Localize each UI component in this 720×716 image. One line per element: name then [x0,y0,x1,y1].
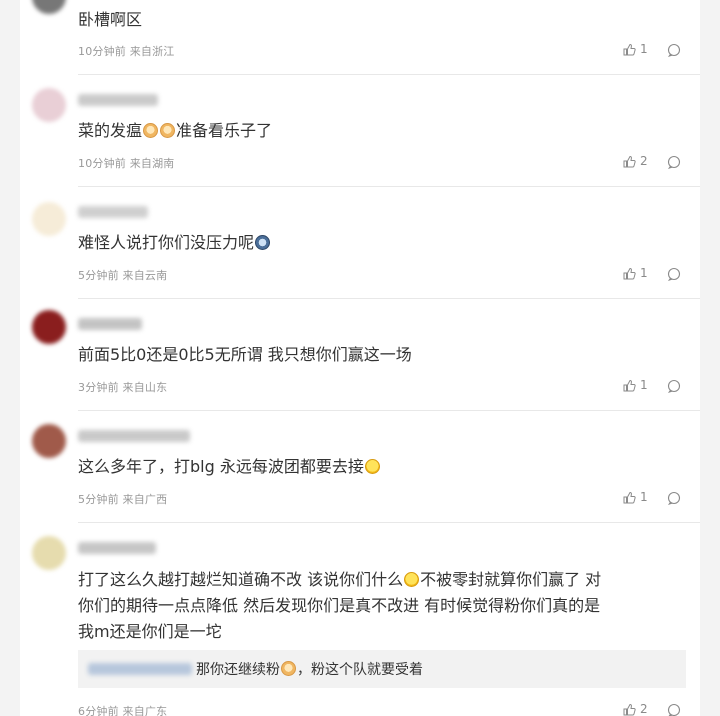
avatar[interactable] [32,88,66,122]
crying-face-emoji-icon [255,235,271,250]
reply-username[interactable] [88,663,192,675]
comment-text-line: 你们的期待一点点降低 然后发现你们是真不改进 有时候觉得粉你们真的是 [78,596,601,615]
thumbs-up-icon [623,379,636,391]
like-button[interactable]: 1 [623,42,648,56]
like-count: 2 [640,154,648,168]
avatar[interactable] [32,424,66,458]
username[interactable] [78,94,158,106]
comment-bubble-icon [667,379,681,394]
comment-button[interactable] [667,266,681,285]
comment-meta: 5分钟前 来自云南 [78,269,168,282]
comment-text: 菜的发瘟 准备看乐子了 [78,121,273,140]
avatar[interactable] [32,202,66,236]
smile-emoji-icon [364,459,380,474]
comment-button[interactable] [667,378,681,397]
like-button[interactable]: 2 [623,702,648,716]
smile-emoji-icon [404,572,420,587]
like-count: 2 [640,702,648,716]
avatar[interactable] [32,536,66,570]
comment-button[interactable] [667,702,681,716]
comment-button[interactable] [667,490,681,509]
username[interactable] [78,318,142,330]
like-button[interactable]: 1 [623,490,648,504]
comment-text: 这么多年了，打blg 永远每波团都要去接 [78,455,381,478]
comment-text: 难怪人说打你们没压力呢 [78,231,271,254]
comment-item: 卧槽啊区 10分钟前 来自浙江 1 [20,0,700,74]
like-count: 1 [640,490,648,504]
thumbs-up-icon [623,43,636,55]
comment-meta: 10分钟前 来自浙江 [78,45,175,58]
comment-bubble-icon [667,703,681,716]
comment-bubble-icon [667,491,681,506]
comment-bubble-icon [667,43,681,58]
comment-text: 前面5比0还是0比5无所谓 我只想你们赢这一场 [78,345,412,364]
like-button[interactable]: 1 [623,378,648,392]
like-button[interactable]: 2 [623,154,648,168]
comment-item: 菜的发瘟 准备看乐子了 10分钟前 来自湖南 2 [20,74,700,186]
username[interactable] [78,430,190,442]
dog-face-emoji-icon [143,123,159,138]
thumbs-up-icon [623,155,636,167]
reply-text: 那你还继续粉 ，粉这个队就要受着 [196,661,423,678]
dog-face-emoji-icon [281,661,296,676]
comment-item: 这么多年了，打blg 永远每波团都要去接 5分钟前 来自广西 1 [20,410,700,522]
avatar[interactable] [32,0,66,14]
avatar[interactable] [32,310,66,344]
dog-face-emoji-icon [160,123,176,138]
like-button[interactable]: 1 [623,266,648,280]
comment-bubble-icon [667,155,681,170]
comment-item: 前面5比0还是0比5无所谓 我只想你们赢这一场 3分钟前 来自山东 1 [20,298,700,410]
comment-meta: 6分钟前 来自广东 [78,705,168,716]
comment-text-line: 我m还是你们是一坨 [78,622,222,641]
username[interactable] [78,206,148,218]
username[interactable] [78,542,156,554]
comment-button[interactable] [667,42,681,61]
reply-preview[interactable]: 那你还继续粉 ，粉这个队就要受着 [78,650,686,688]
comment-item: 打了这么久越打越烂知道确不改 该说你们什么 不被零封就算你们赢了 对 你们的期待一… [20,522,700,716]
thumbs-up-icon [623,703,636,715]
comment-button[interactable] [667,154,681,173]
comment-text-line: 打了这么久越打越烂知道确不改 该说你们什么 不被零封就算你们赢了 对 [78,570,602,589]
thumbs-up-icon [623,267,636,279]
comment-meta: 10分钟前 来自湖南 [78,157,175,170]
like-count: 1 [640,266,648,280]
like-count: 1 [640,378,648,392]
comment-bubble-icon [667,267,681,282]
comment-list: 卧槽啊区 10分钟前 来自浙江 1 菜的发瘟 准备看乐子了 10分钟前 来自湖南 … [20,0,700,716]
like-count: 1 [640,42,648,56]
thumbs-up-icon [623,491,636,503]
comment-item: 难怪人说打你们没压力呢 5分钟前 来自云南 1 [20,186,700,298]
comment-text: 卧槽啊区 [78,10,143,29]
comment-meta: 3分钟前 来自山东 [78,381,168,394]
comment-meta: 5分钟前 来自广西 [78,493,168,506]
